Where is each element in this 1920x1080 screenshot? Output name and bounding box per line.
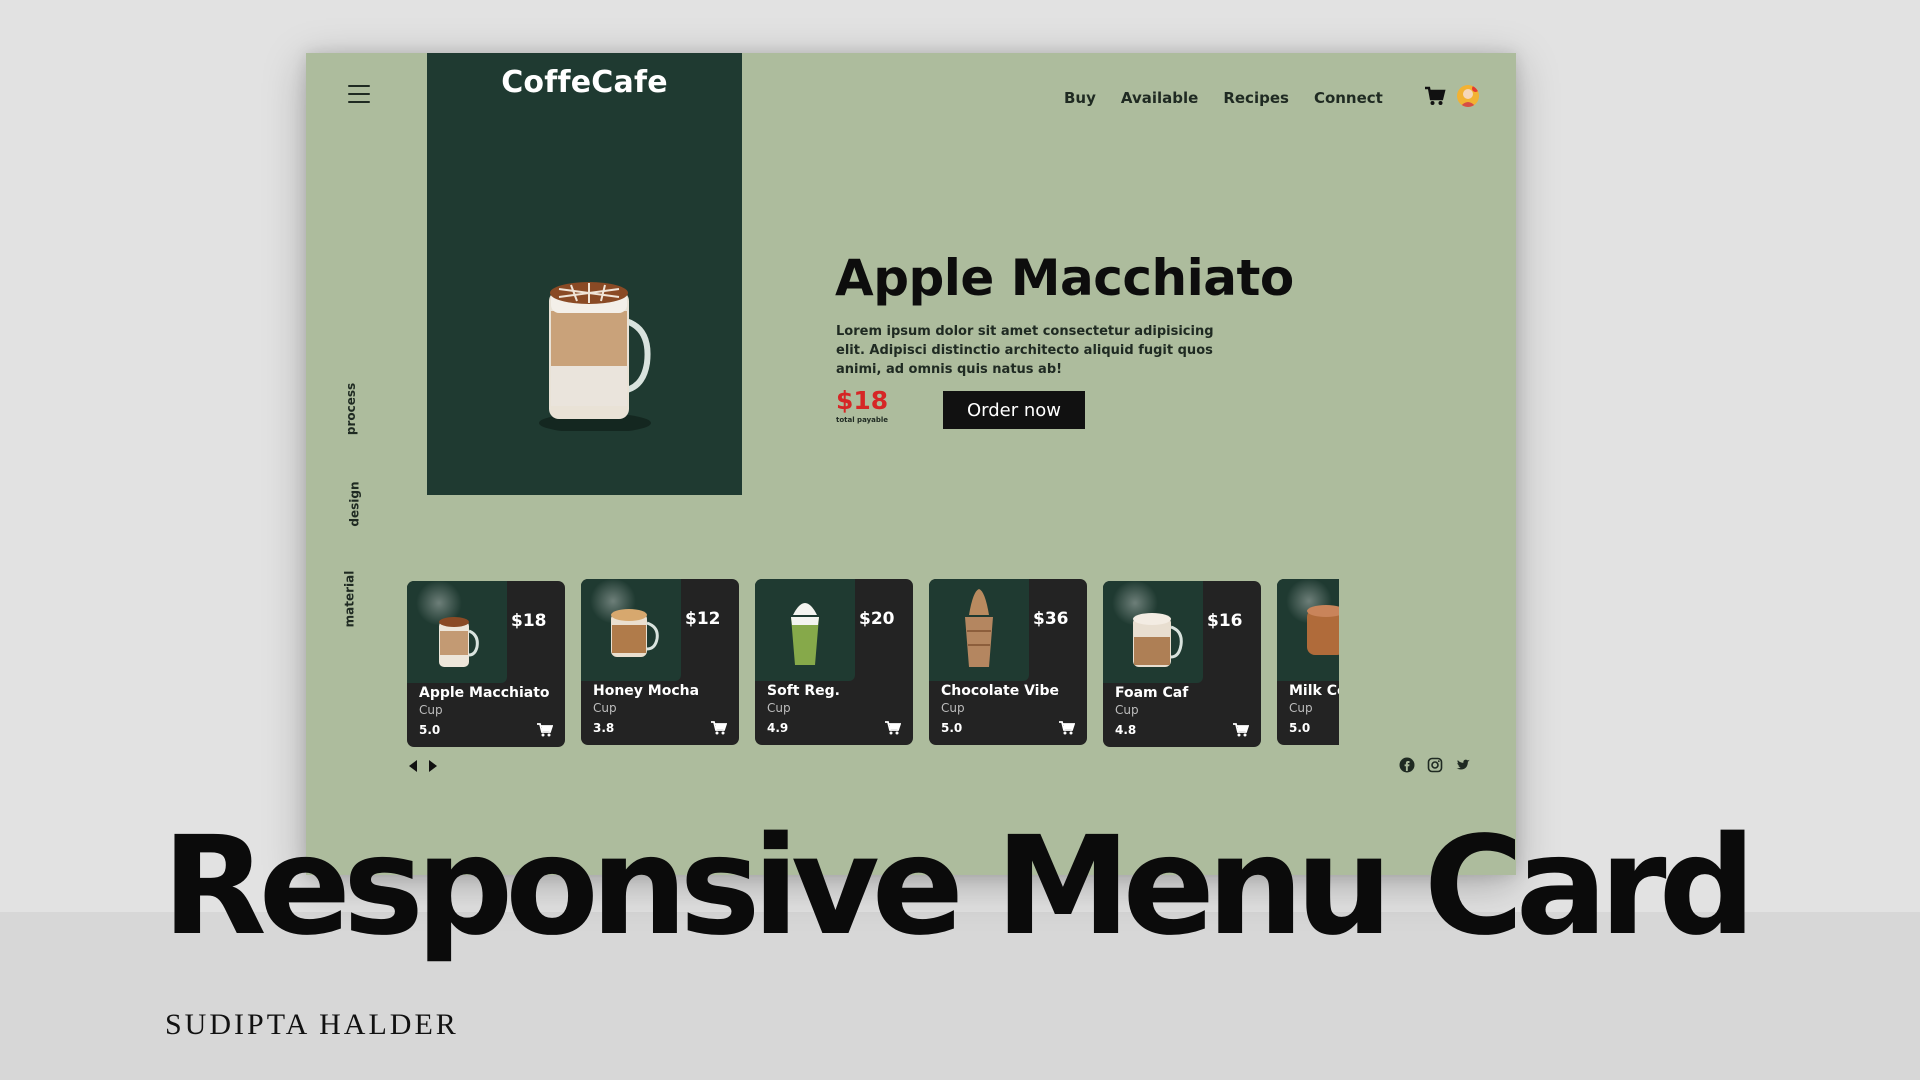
side-nav-design[interactable]: design [348,481,362,526]
product-card[interactable]: $12 Honey Mocha Cup 3.8 [581,579,739,745]
side-nav-material[interactable]: material [342,571,356,628]
avatar-icon[interactable] [1457,85,1479,107]
hero-image-panel: CoffeCafe [427,53,742,495]
instagram-icon[interactable] [1427,757,1443,773]
hero-price: $18 [836,386,889,415]
hamburger-icon[interactable] [348,85,370,103]
author-name: SUDIPTA HALDER [165,1008,459,1041]
twitter-icon[interactable] [1455,757,1471,773]
add-to-cart-icon[interactable] [1059,721,1075,735]
arrow-right-icon[interactable] [429,760,437,772]
product-price: $12 [685,609,721,629]
hero-description: Lorem ipsum dolor sit amet consectetur a… [836,324,1214,377]
top-nav: Buy Available Recipes Connect [1064,89,1408,107]
menu-card-mockup: CoffeCafe Buy Available Recipes Connect [306,53,1516,875]
add-to-cart-icon[interactable] [537,723,553,737]
frappe-icon [965,589,993,667]
product-name: Soft Reg. [767,683,840,699]
product-unit: Cup [1115,703,1139,717]
add-to-cart-icon[interactable] [711,721,727,735]
product-name: Milk Co [1289,683,1339,699]
product-card[interactable]: $20 Soft Reg. Cup 4.9 [755,579,913,745]
mocha-icon [611,609,659,657]
product-thumbnail [1277,579,1339,681]
nav-link-buy[interactable]: Buy [1064,89,1096,107]
page-title: Responsive Menu Card [162,808,1756,966]
product-rating: 3.8 [593,721,615,735]
add-to-cart-icon[interactable] [1233,723,1249,737]
product-price: $18 [511,611,547,631]
product-unit: Cup [941,701,965,715]
nav-link-connect[interactable]: Connect [1314,89,1383,107]
notification-dot [1472,85,1479,92]
product-thumbnail [407,581,507,683]
latte-icon [1133,613,1183,667]
product-thumbnail [755,579,855,681]
brand-logo[interactable]: CoffeCafe [427,65,742,100]
product-rating: 4.9 [767,721,789,735]
coffee-mug-image [539,282,651,431]
hero-title: Apple Macchiato [835,249,1294,307]
product-rating: 4.8 [1115,723,1137,737]
product-card[interactable]: $16 Foam Caf Cup 4.8 [1103,581,1261,747]
product-thumbnail [581,579,681,681]
matcha-icon [791,603,819,665]
carousel-arrows [409,760,437,772]
product-thumbnail [1103,581,1203,683]
social-links [1399,757,1471,773]
product-rating: 5.0 [941,721,963,735]
product-card[interactable]: $18 Apple Macchiato Cup 5.0 [407,581,565,747]
product-price: $16 [1207,611,1243,631]
order-now-button[interactable]: Order now [943,391,1085,429]
product-card[interactable]: $36 Chocolate Vibe Cup 5.0 [929,579,1087,745]
product-unit: Cup [419,703,443,717]
product-name: Foam Caf [1115,685,1189,701]
hero-price-note: total payable [836,416,889,424]
product-unit: Cup [593,701,617,715]
milk-coffee-icon [1307,605,1339,655]
side-nav-process[interactable]: process [344,383,358,435]
facebook-icon[interactable] [1399,757,1415,773]
macchiato-icon [439,617,479,667]
product-rating: 5.0 [1289,721,1311,735]
product-name: Chocolate Vibe [941,683,1059,699]
cart-icon[interactable] [1424,85,1446,107]
product-unit: Cup [767,701,791,715]
product-unit: Cup [1289,701,1313,715]
product-card[interactable]: Milk Co Cup 5.0 [1277,579,1339,745]
add-to-cart-icon[interactable] [885,721,901,735]
arrow-left-icon[interactable] [409,760,417,772]
product-name: Honey Mocha [593,683,700,699]
product-carousel: $18 Apple Macchiato Cup 5.0 $12 Honey Mo… [407,579,1339,751]
nav-link-recipes[interactable]: Recipes [1223,89,1289,107]
product-price: $20 [859,609,895,629]
product-thumbnail [929,579,1029,681]
product-price: $36 [1033,609,1069,629]
nav-link-available[interactable]: Available [1121,89,1198,107]
product-rating: 5.0 [419,723,441,737]
product-name: Apple Macchiato [419,685,550,701]
